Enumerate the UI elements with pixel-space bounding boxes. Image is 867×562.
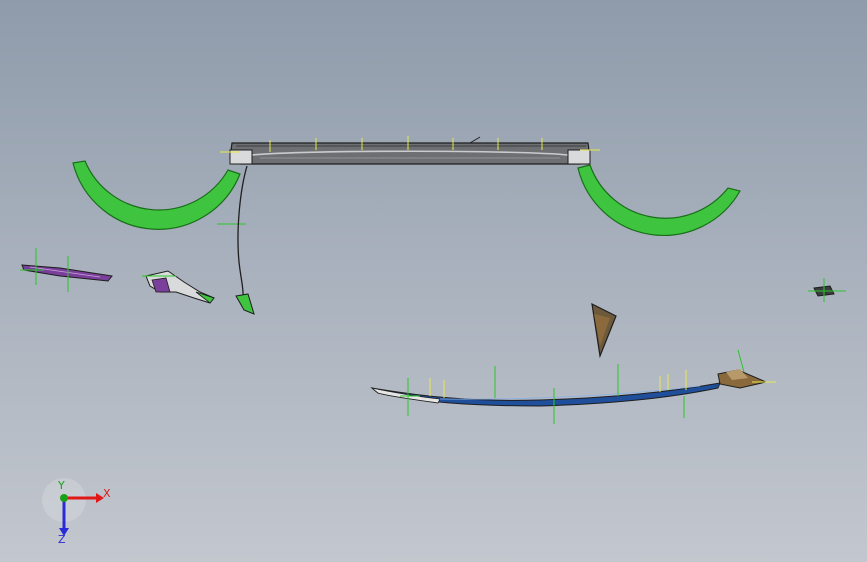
top-rail-part[interactable]	[229, 136, 591, 165]
blade-annotations	[400, 349, 776, 424]
brown-triangle-part[interactable]	[591, 302, 617, 359]
triad-y-label: Y	[57, 479, 65, 492]
triad-z-label: Z	[58, 533, 66, 546]
hanging-cable-part[interactable]	[235, 165, 255, 315]
triad-x-label: X	[103, 487, 111, 500]
cad-viewport[interactable]: X Y Z	[0, 0, 867, 562]
twisted-bracket-part[interactable]	[142, 270, 215, 304]
left-green-arc-part[interactable]	[72, 160, 246, 230]
tiny-clip-part-right[interactable]	[808, 278, 846, 302]
coordinate-triad-icon: X Y Z	[42, 478, 111, 546]
long-blue-blade-part[interactable]	[370, 369, 768, 407]
right-green-arc-part[interactable]	[577, 164, 741, 237]
triad-y-origin	[60, 494, 68, 502]
small-purple-part-left[interactable]	[20, 248, 113, 292]
